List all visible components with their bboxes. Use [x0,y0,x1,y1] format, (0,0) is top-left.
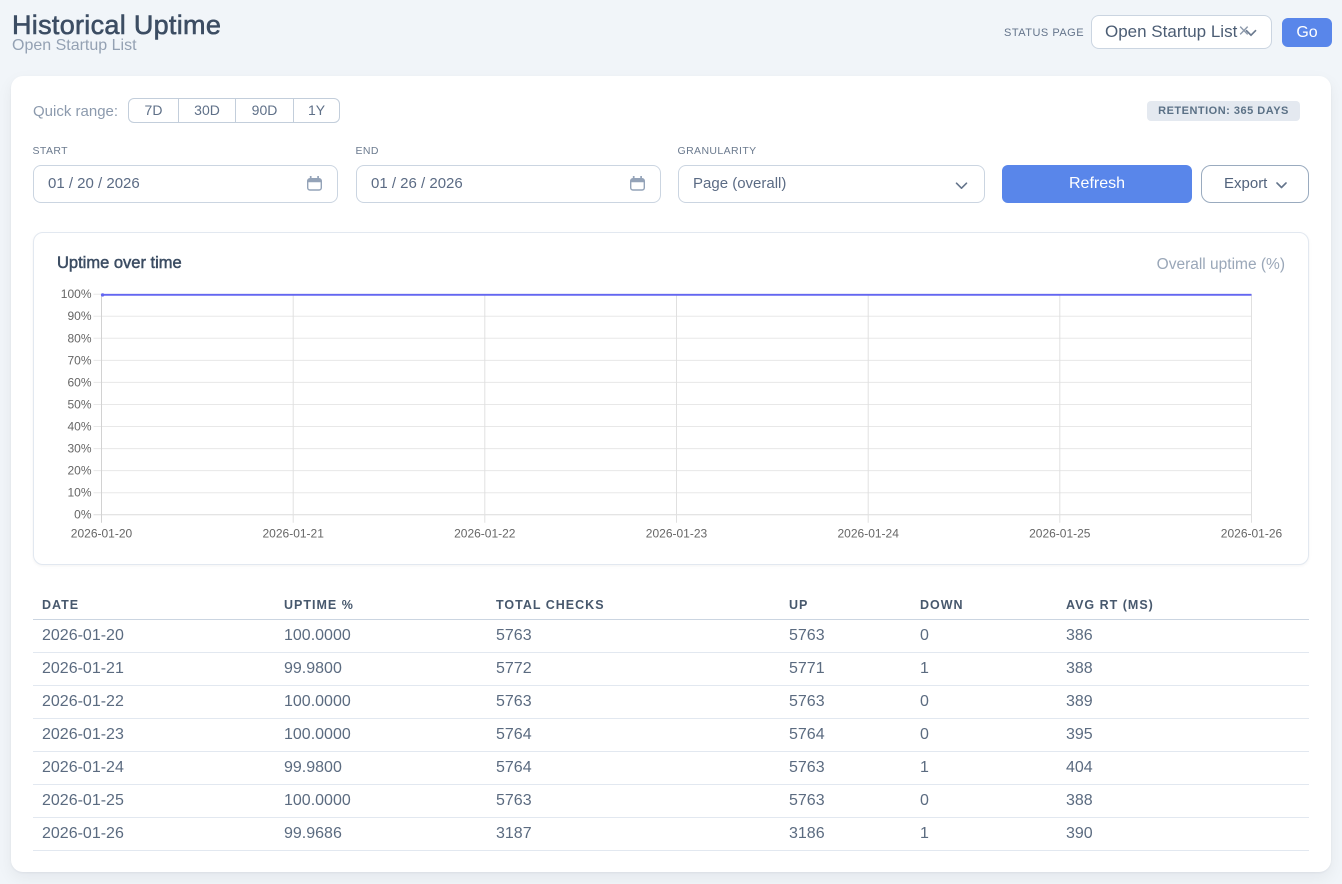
svg-text:10%: 10% [67,486,91,500]
svg-text:50%: 50% [67,398,91,412]
svg-text:2026-01-20: 2026-01-20 [71,527,133,541]
svg-text:0%: 0% [74,508,92,522]
svg-text:2026-01-21: 2026-01-21 [263,527,325,541]
svg-text:70%: 70% [67,353,91,367]
svg-text:90%: 90% [67,309,91,323]
svg-text:2026-01-23: 2026-01-23 [646,527,708,541]
svg-text:2026-01-24: 2026-01-24 [838,527,900,541]
svg-text:2026-01-25: 2026-01-25 [1029,527,1091,541]
svg-text:30%: 30% [67,442,91,456]
svg-text:2026-01-22: 2026-01-22 [454,527,516,541]
svg-text:20%: 20% [67,464,91,478]
svg-text:60%: 60% [67,375,91,389]
svg-text:80%: 80% [67,331,91,345]
svg-text:100%: 100% [61,287,92,301]
svg-text:40%: 40% [67,420,91,434]
svg-text:2026-01-26: 2026-01-26 [1221,527,1283,541]
